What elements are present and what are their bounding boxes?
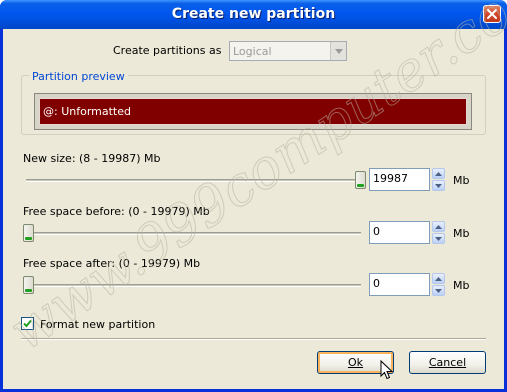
free-before-spinner (432, 221, 445, 244)
title-bar[interactable]: Create new partition (0, 0, 507, 29)
new-size-increment-button[interactable] (432, 168, 445, 179)
arrow-down-icon (435, 183, 442, 188)
free-after-slider-track[interactable] (26, 284, 361, 287)
free-before-decrement-button[interactable] (432, 233, 445, 244)
partition-bar[interactable]: @: Unformatted (39, 98, 467, 125)
new-size-slider-track[interactable] (26, 179, 361, 182)
separator (21, 338, 486, 340)
mouse-cursor-icon (380, 360, 394, 380)
close-button[interactable] (483, 5, 501, 23)
arrow-down-icon (435, 288, 442, 293)
dialog-body: Create partitions as Logical Partition p… (3, 29, 504, 389)
new-size-slider-thumb[interactable] (355, 171, 366, 189)
partition-type-label: Create partitions as (113, 44, 222, 57)
arrow-up-icon (435, 276, 442, 281)
chevron-down-icon (334, 48, 343, 54)
cancel-button-label: Cancel (428, 356, 467, 369)
free-before-slider-thumb[interactable] (23, 224, 34, 242)
ok-button-label: Ok (347, 356, 364, 369)
free-after-input[interactable]: 0 (369, 273, 430, 296)
new-size-unit: Mb (453, 174, 470, 187)
checkmark-icon (23, 319, 32, 328)
free-before-unit: Mb (453, 227, 470, 240)
new-size-spinner (432, 168, 445, 191)
free-after-label: Free space after: (0 - 19979) Mb (23, 257, 201, 270)
free-after-increment-button[interactable] (432, 273, 445, 284)
format-label[interactable]: Format new partition (40, 318, 155, 331)
partition-preview-title: Partition preview (29, 70, 128, 83)
free-before-increment-button[interactable] (432, 221, 445, 232)
arrow-up-icon (435, 224, 442, 229)
new-size-decrement-button[interactable] (432, 180, 445, 191)
close-icon (487, 9, 497, 19)
window-title: Create new partition (171, 6, 336, 22)
dropdown-button[interactable] (330, 42, 346, 60)
free-after-unit: Mb (453, 279, 470, 292)
partition-type-select[interactable]: Logical (229, 41, 347, 61)
arrow-up-icon (435, 171, 442, 176)
free-before-slider-track[interactable] (26, 232, 361, 235)
arrow-down-icon (435, 236, 442, 241)
free-before-input[interactable]: 0 (369, 221, 430, 244)
free-before-label: Free space before: (0 - 19979) Mb (23, 205, 210, 218)
partition-preview: @: Unformatted (34, 93, 472, 130)
partition-label: @: Unformatted (43, 105, 131, 118)
new-size-input[interactable]: 19987 (369, 168, 430, 191)
free-after-spinner (432, 273, 445, 296)
new-size-label: New size: (8 - 19987) Mb (23, 152, 161, 165)
free-after-slider-thumb[interactable] (23, 276, 34, 294)
free-after-decrement-button[interactable] (432, 285, 445, 296)
dialog-window: Create new partition Create partitions a… (0, 0, 507, 392)
format-checkbox[interactable] (21, 317, 34, 330)
cancel-button[interactable]: Cancel (409, 351, 486, 374)
partition-type-value: Logical (233, 45, 272, 58)
